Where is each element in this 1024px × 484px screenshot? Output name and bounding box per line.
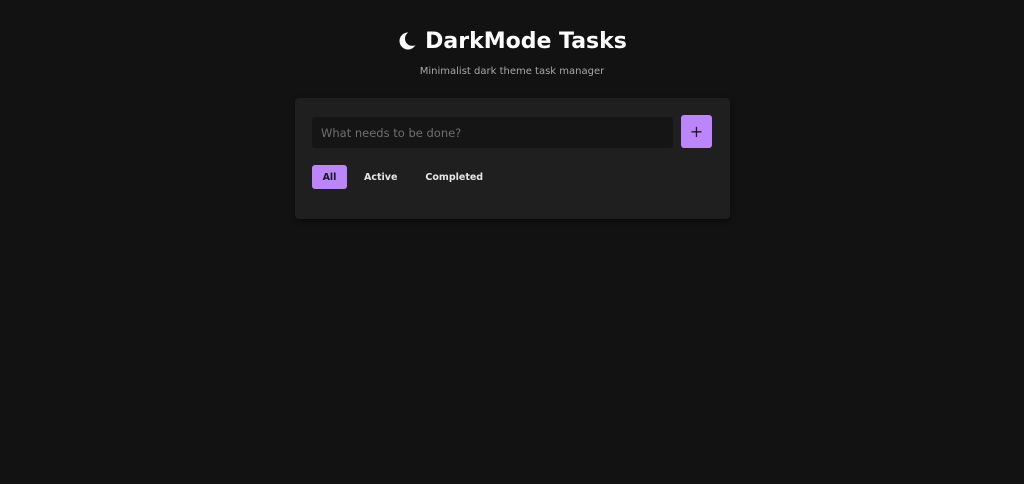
filter-completed-button[interactable]: Completed bbox=[413, 165, 495, 189]
filter-bar: All Active Completed bbox=[312, 165, 495, 189]
app-header: DarkMode Tasks Minimalist dark theme tas… bbox=[0, 26, 1024, 77]
filter-all-button[interactable]: All bbox=[312, 165, 347, 189]
moon-icon bbox=[397, 30, 420, 52]
page-title: DarkMode Tasks bbox=[425, 28, 627, 54]
new-task-input[interactable] bbox=[312, 117, 673, 148]
page-subtitle: Minimalist dark theme task manager bbox=[419, 66, 605, 77]
add-task-button[interactable]: + bbox=[681, 115, 712, 148]
filter-active-button[interactable]: Active bbox=[352, 165, 409, 189]
title-row: DarkMode Tasks bbox=[397, 26, 627, 56]
task-card: + All Active Completed bbox=[295, 98, 730, 219]
